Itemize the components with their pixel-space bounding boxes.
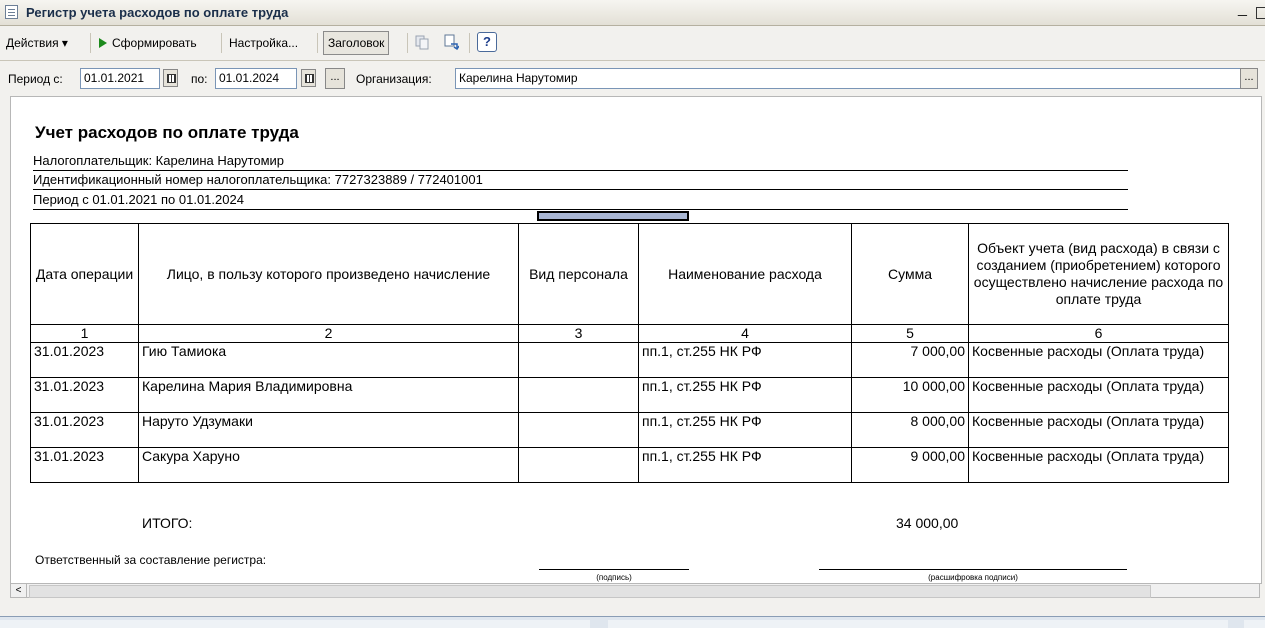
cell-expense[interactable]: пп.1, ст.255 НК РФ bbox=[638, 377, 852, 413]
period-select-button[interactable]: ... bbox=[325, 68, 345, 89]
help-button[interactable]: ? bbox=[477, 32, 497, 52]
selected-cell-marker bbox=[537, 211, 689, 221]
organization-select-button[interactable]: ... bbox=[1240, 68, 1258, 89]
toolbar: Действия ▾ Сформировать Настройка... Заг… bbox=[0, 26, 1265, 61]
inn-line: Идентификационный номер налогоплательщик… bbox=[33, 172, 1128, 190]
cell-date[interactable]: 31.01.2023 bbox=[30, 377, 139, 413]
panel-segment bbox=[608, 620, 1228, 628]
column-number: 1 bbox=[30, 324, 139, 343]
toolbar-separator bbox=[317, 33, 318, 53]
column-number: 4 bbox=[638, 324, 852, 343]
column-header: Объект учета (вид расхода) в связи с соз… bbox=[968, 223, 1229, 325]
period-from-label: Период с: bbox=[8, 72, 63, 86]
signature-line bbox=[539, 569, 689, 570]
report-window: Регистр учета расходов по оплате труда _… bbox=[0, 0, 1265, 617]
period-to-field[interactable]: 01.01.2024 bbox=[215, 68, 297, 89]
panel-segment bbox=[0, 620, 590, 628]
column-header: Наименование расхода bbox=[638, 223, 852, 325]
signature-decode-line bbox=[819, 569, 1127, 570]
table-row[interactable]: 31.01.2023 Сакура Харуно пп.1, ст.255 НК… bbox=[30, 447, 1229, 483]
cell-person[interactable]: Наруто Удзумаки bbox=[138, 412, 519, 448]
toolbar-separator bbox=[90, 33, 91, 53]
cell-date[interactable]: 31.01.2023 bbox=[30, 342, 139, 378]
move-icon[interactable] bbox=[443, 34, 459, 50]
cell-expense[interactable]: пп.1, ст.255 НК РФ bbox=[638, 342, 852, 378]
panel-segment bbox=[1244, 620, 1265, 628]
responsible-label: Ответственный за составление регистра: bbox=[35, 553, 267, 567]
cell-date[interactable]: 31.01.2023 bbox=[30, 412, 139, 448]
cell-expense[interactable]: пп.1, ст.255 НК РФ bbox=[638, 412, 852, 448]
column-header: Вид персонала bbox=[518, 223, 639, 325]
title-bar: Регистр учета расходов по оплате труда _ bbox=[0, 0, 1265, 26]
report-document: Учет расходов по оплате труда Налогоплат… bbox=[10, 96, 1262, 584]
column-header: Дата операции bbox=[30, 223, 139, 325]
expenses-table: Дата операции Лицо, в пользу которого пр… bbox=[30, 223, 1229, 483]
column-number: 3 bbox=[518, 324, 639, 343]
calendar-icon[interactable] bbox=[163, 69, 178, 87]
cell-sum[interactable]: 10 000,00 bbox=[851, 377, 969, 413]
cell-staff[interactable] bbox=[518, 377, 639, 413]
generate-label: Сформировать bbox=[112, 36, 197, 50]
column-number: 2 bbox=[138, 324, 519, 343]
window-title: Регистр учета расходов по оплате труда bbox=[26, 5, 289, 20]
period-line: Период с 01.01.2021 по 01.01.2024 bbox=[33, 192, 1128, 210]
horizontal-scrollbar[interactable]: < bbox=[10, 583, 1260, 598]
actions-menu[interactable]: Действия ▾ bbox=[6, 32, 68, 54]
cell-date[interactable]: 31.01.2023 bbox=[30, 447, 139, 483]
cell-person[interactable]: Карелина Мария Владимировна bbox=[138, 377, 519, 413]
play-icon bbox=[99, 38, 107, 48]
signature-caption: (подпись) bbox=[596, 573, 632, 582]
taxpayer-line: Налогоплательщик: Карелина Нарутомир bbox=[33, 153, 1128, 171]
column-header: Сумма bbox=[851, 223, 969, 325]
settings-button[interactable]: Настройка... bbox=[229, 32, 298, 54]
cell-object[interactable]: Косвенные расходы (Оплата труда) bbox=[968, 342, 1229, 378]
cell-staff[interactable] bbox=[518, 447, 639, 483]
scroll-left-arrow[interactable]: < bbox=[11, 584, 27, 597]
cell-staff[interactable] bbox=[518, 342, 639, 378]
total-label: ИТОГО: bbox=[142, 515, 193, 531]
calendar-icon[interactable] bbox=[301, 69, 316, 87]
organization-field[interactable]: Карелина Нарутомир bbox=[455, 68, 1241, 89]
column-number: 6 bbox=[968, 324, 1229, 343]
cell-sum[interactable]: 9 000,00 bbox=[851, 447, 969, 483]
cell-sum[interactable]: 8 000,00 bbox=[851, 412, 969, 448]
generate-button[interactable]: Сформировать bbox=[99, 32, 197, 54]
cell-expense[interactable]: пп.1, ст.255 НК РФ bbox=[638, 447, 852, 483]
toolbar-separator bbox=[407, 33, 408, 53]
table-row[interactable]: 31.01.2023 Гию Тамиока пп.1, ст.255 НК Р… bbox=[30, 342, 1229, 378]
cell-object[interactable]: Косвенные расходы (Оплата труда) bbox=[968, 412, 1229, 448]
organization-label: Организация: bbox=[356, 72, 432, 86]
toolbar-separator bbox=[469, 33, 470, 53]
scroll-thumb[interactable] bbox=[29, 585, 1151, 598]
total-value: 34 000,00 bbox=[896, 515, 959, 531]
report-title: Учет расходов по оплате труда bbox=[35, 123, 299, 142]
cell-sum[interactable]: 7 000,00 bbox=[851, 342, 969, 378]
chevron-down-icon: ▾ bbox=[61, 36, 68, 50]
cell-object[interactable]: Косвенные расходы (Оплата труда) bbox=[968, 377, 1229, 413]
cell-person[interactable]: Сакура Харуно bbox=[138, 447, 519, 483]
filter-bar: Период с: 01.01.2021 по: 01.01.2024 ... … bbox=[0, 62, 1265, 96]
header-toggle-button[interactable]: Заголовок bbox=[323, 31, 390, 55]
cell-staff[interactable] bbox=[518, 412, 639, 448]
maximize-button[interactable] bbox=[1256, 7, 1265, 19]
minimize-button[interactable]: _ bbox=[1238, 0, 1247, 18]
column-number-row: 1 2 3 4 5 6 bbox=[30, 324, 1229, 343]
copy-icon[interactable] bbox=[414, 34, 430, 50]
table-row[interactable]: 31.01.2023 Карелина Мария Владимировна п… bbox=[30, 377, 1229, 413]
signature-decode-caption: (расшифровка подписи) bbox=[928, 573, 1018, 582]
cell-object[interactable]: Косвенные расходы (Оплата труда) bbox=[968, 447, 1229, 483]
actions-menu-label: Действия bbox=[6, 36, 59, 50]
document-icon bbox=[5, 5, 18, 19]
toolbar-separator bbox=[221, 33, 222, 53]
table-row[interactable]: 31.01.2023 Наруто Удзумаки пп.1, ст.255 … bbox=[30, 412, 1229, 448]
column-header: Лицо, в пользу которого произведено начи… bbox=[138, 223, 519, 325]
period-from-field[interactable]: 01.01.2021 bbox=[80, 68, 160, 89]
period-to-label: по: bbox=[191, 72, 208, 86]
cell-person[interactable]: Гию Тамиока bbox=[138, 342, 519, 378]
column-number: 5 bbox=[851, 324, 969, 343]
table-header-row: Дата операции Лицо, в пользу которого пр… bbox=[30, 223, 1229, 325]
